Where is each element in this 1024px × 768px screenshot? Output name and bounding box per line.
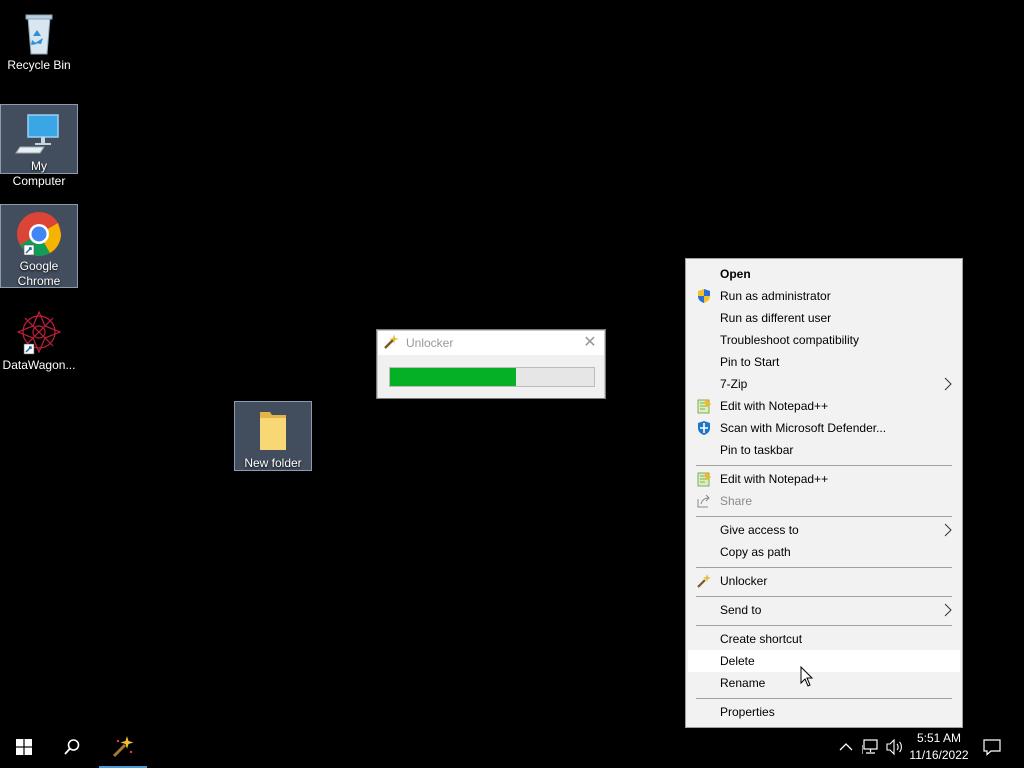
clock[interactable]: 5:51 AM 11/16/2022	[900, 730, 978, 764]
close-icon[interactable]: ✕	[582, 333, 598, 353]
menu-item-label: Copy as path	[720, 545, 791, 559]
google-chrome-label: Google Chrome	[16, 259, 63, 289]
menu-item-label: Unlocker	[720, 574, 768, 588]
menu-item-label: Scan with Microsoft Defender...	[720, 421, 887, 435]
chevron-right-icon	[944, 603, 952, 617]
menu-separator	[696, 698, 952, 699]
network-icon	[861, 738, 880, 758]
menu-item-share: Share	[688, 490, 960, 512]
menu-separator	[696, 596, 952, 597]
menu-item-label: Delete	[720, 654, 755, 668]
menu-item-pin-to-start[interactable]: Pin to Start	[688, 351, 960, 373]
mouse-cursor-icon	[800, 665, 814, 688]
menu-item-give-access-to[interactable]: Give access to	[688, 519, 960, 541]
menu-item-label: 7-Zip	[720, 377, 748, 391]
taskbar-app-unlocker[interactable]	[99, 728, 147, 768]
unlocker-wand-icon	[696, 573, 712, 589]
unlocker-wand-icon	[110, 734, 136, 763]
menu-item-edit-with-notepadpp-2[interactable]: Edit with Notepad++	[688, 468, 960, 490]
menu-item-label: Open	[720, 267, 751, 281]
defender-icon	[696, 420, 712, 436]
google-chrome-label-line2: Chrome	[17, 274, 61, 288]
menu-item-copy-as-path[interactable]: Copy as path	[688, 541, 960, 563]
menu-item-label: Edit with Notepad++	[720, 399, 829, 413]
unlocker-title: Unlocker	[406, 336, 454, 350]
unlocker-window: Unlocker ✕	[377, 330, 605, 398]
menu-item-unlocker[interactable]: Unlocker	[688, 570, 960, 592]
menu-item-7zip[interactable]: 7-Zip	[688, 373, 960, 395]
desktop-icon-recycle-bin[interactable]: Recycle Bin	[0, 4, 78, 76]
menu-item-troubleshoot-compatibility[interactable]: Troubleshoot compatibility	[688, 329, 960, 351]
desktop-icon-my-computer[interactable]: My Computer	[0, 104, 78, 188]
notepadpp-icon	[696, 471, 712, 487]
menu-separator	[696, 516, 952, 517]
recycle-bin-icon	[14, 8, 64, 58]
share-icon	[696, 493, 712, 509]
menu-item-pin-to-taskbar[interactable]: Pin to taskbar	[688, 439, 960, 461]
menu-separator	[696, 625, 952, 626]
unlocker-titlebar[interactable]: Unlocker	[378, 331, 604, 355]
notifications-button[interactable]	[980, 728, 1004, 768]
menu-item-label: Give access to	[720, 523, 799, 537]
menu-item-rename[interactable]: Rename	[688, 672, 960, 694]
desktop-icon-google-chrome[interactable]: Google Chrome	[0, 204, 78, 288]
menu-item-send-to[interactable]: Send to	[688, 599, 960, 621]
chrome-icon	[14, 209, 64, 259]
search-button[interactable]	[48, 728, 96, 768]
menu-item-label: Run as administrator	[720, 289, 831, 303]
context-menu: Open Run as administrator Run as differe…	[685, 258, 963, 728]
chevron-right-icon	[944, 377, 952, 391]
new-folder-label: New folder	[244, 456, 302, 470]
menu-item-properties[interactable]: Properties	[688, 701, 960, 723]
menu-item-label: Properties	[720, 705, 775, 719]
google-chrome-label-line1: Google	[19, 259, 59, 273]
menu-item-open[interactable]: Open	[688, 263, 960, 285]
menu-item-label: Pin to taskbar	[720, 443, 794, 457]
menu-item-run-as-different-user[interactable]: Run as different user	[688, 307, 960, 329]
menu-item-label: Share	[720, 494, 753, 508]
windows-logo-icon	[16, 738, 32, 758]
folder-icon	[248, 406, 298, 456]
start-button[interactable]	[0, 728, 48, 768]
recycle-bin-label: Recycle Bin	[7, 58, 71, 72]
notepadpp-icon	[696, 398, 712, 414]
my-computer-label: My Computer	[12, 159, 66, 188]
chevron-up-icon	[839, 741, 853, 755]
menu-item-create-shortcut[interactable]: Create shortcut	[688, 628, 960, 650]
taskbar: 5:51 AM 11/16/2022	[0, 728, 1024, 768]
menu-item-label: Run as different user	[720, 311, 832, 325]
menu-item-edit-with-notepadpp[interactable]: Edit with Notepad++	[688, 395, 960, 417]
menu-item-scan-with-defender[interactable]: Scan with Microsoft Defender...	[688, 417, 960, 439]
show-hidden-icons-button[interactable]	[837, 728, 855, 768]
clock-date: 11/16/2022	[909, 748, 969, 762]
notification-icon	[983, 738, 1001, 759]
menu-item-label: Send to	[720, 603, 762, 617]
menu-item-run-as-administrator[interactable]: Run as administrator	[688, 285, 960, 307]
menu-item-label: Edit with Notepad++	[720, 472, 829, 486]
datawagon-icon	[14, 308, 64, 358]
clock-time: 5:51 AM	[916, 731, 962, 745]
progress-bar	[389, 367, 595, 387]
network-button[interactable]	[860, 728, 882, 768]
menu-item-label: Rename	[720, 676, 766, 690]
unlocker-body	[378, 355, 604, 398]
uac-shield-icon	[696, 288, 712, 304]
datawagon-label: DataWagon...	[2, 358, 76, 372]
menu-item-label: Create shortcut	[720, 632, 803, 646]
computer-icon	[14, 109, 64, 159]
unlocker-wand-icon	[382, 333, 400, 354]
menu-item-label: Pin to Start	[720, 355, 780, 369]
menu-separator	[696, 567, 952, 568]
menu-item-label: Troubleshoot compatibility	[720, 333, 859, 347]
progress-fill	[390, 368, 517, 386]
menu-item-delete[interactable]: Delete	[688, 650, 960, 672]
desktop-icon-datawagon[interactable]: DataWagon...	[0, 304, 78, 374]
chevron-right-icon	[944, 523, 952, 537]
menu-separator	[696, 465, 952, 466]
search-icon	[63, 738, 81, 759]
desktop-icon-new-folder[interactable]: New folder	[234, 401, 312, 471]
